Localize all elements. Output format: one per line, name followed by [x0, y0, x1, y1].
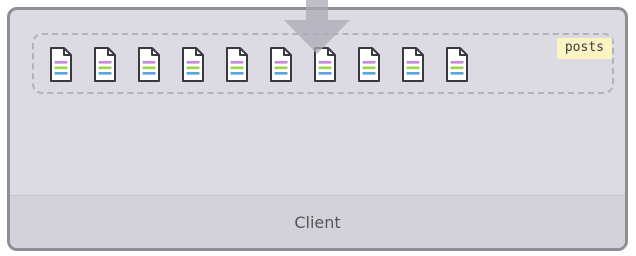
document-icon [358, 47, 380, 82]
document-icon [94, 47, 116, 82]
document-icon [446, 47, 468, 82]
document-list [48, 46, 470, 83]
document-icon [50, 47, 72, 82]
down-arrow-icon [284, 0, 350, 54]
document-icon [138, 47, 160, 82]
document-icon [182, 47, 204, 82]
document-icon [402, 47, 424, 82]
posts-tag: posts [556, 38, 612, 59]
client-label: Client [294, 212, 341, 232]
client-footer: Client [10, 195, 625, 248]
document-icon [226, 47, 248, 82]
